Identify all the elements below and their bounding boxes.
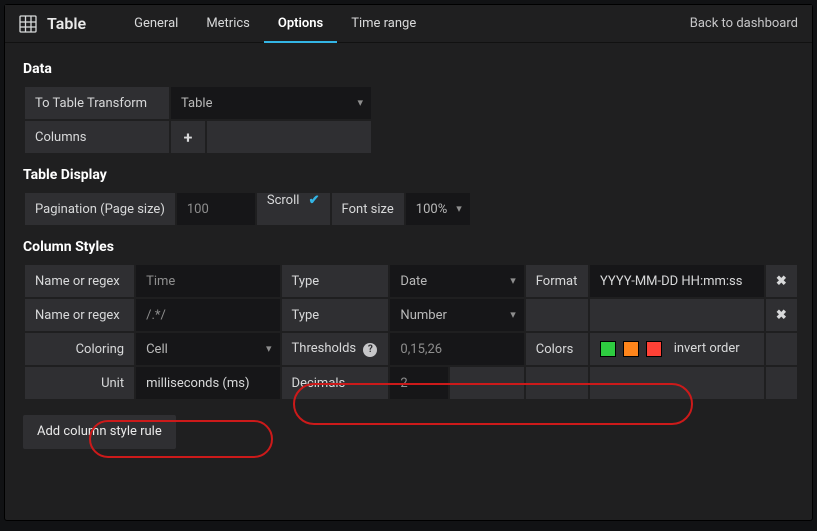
panel-type[interactable]: Table [19,14,86,33]
coloring-select[interactable]: Cell [136,333,279,365]
close-icon: ✖ [776,274,787,289]
plus-icon: + [184,128,193,147]
invert-order-link[interactable]: invert order [674,341,740,356]
close-icon: ✖ [776,308,787,323]
tab-general[interactable]: General [120,5,192,43]
type-select-1[interactable]: Number [390,299,523,331]
transform-select[interactable]: Table [171,87,371,119]
type-label-0: Type [282,265,389,297]
scroll-toggle[interactable]: Scroll ✔ [257,193,330,225]
decimals-input[interactable]: 2 [390,367,448,399]
blank-cell [766,367,797,399]
fontsize-select[interactable]: 100% [406,193,470,225]
color-swatch-2[interactable] [646,341,662,357]
type-select-0[interactable]: Date [390,265,523,297]
blank-cell [590,367,764,399]
format-input-0[interactable]: YYYY-MM-DD HH:mm:ss [590,265,764,297]
add-column-style-rule-button[interactable]: Add column style rule [23,415,176,449]
coloring-label: Coloring [25,333,134,365]
columns-label: Columns [25,121,169,153]
column-styles-table: Name or regex Time Type Date Format YYYY… [23,263,799,401]
colors-label: Colors [526,333,588,365]
help-icon[interactable]: ? [363,343,377,357]
blank-cell [526,367,588,399]
tab-time-range[interactable]: Time range [337,5,430,43]
pagination-label: Pagination (Page size) [25,193,175,225]
unit-label: Unit [25,367,134,399]
tab-metrics[interactable]: Metrics [192,5,264,43]
back-to-dashboard-link[interactable]: Back to dashboard [690,16,798,31]
blank-cell [766,333,797,365]
columns-empty-cell [207,121,371,153]
thresholds-input[interactable]: 0,15,26 [390,333,523,365]
check-icon: ✔ [309,193,320,208]
decimals-label: Decimals [282,367,389,399]
color-swatch-1[interactable] [623,341,639,357]
blank-cell [450,367,523,399]
transform-label: To Table Transform [25,87,169,119]
nameregex-input-0[interactable]: Time [136,265,279,297]
unit-input[interactable]: milliseconds (ms) [136,367,279,399]
blank-cell [590,299,764,331]
section-data-heading: Data [23,61,794,77]
blank-cell [526,299,588,331]
format-label-0: Format [526,265,588,297]
section-tabledisplay-heading: Table Display [23,167,794,183]
type-label-1: Type [282,299,389,331]
thresholds-label: Thresholds ? [282,333,389,365]
add-column-button[interactable]: + [171,121,205,153]
fontsize-label: Font size [332,193,404,225]
tab-options[interactable]: Options [264,5,337,43]
panel-title: Table [47,14,86,33]
nameregex-input-1[interactable]: /.*/ [136,299,279,331]
scroll-label: Scroll [267,193,300,208]
section-columnstyles-heading: Column Styles [23,239,794,255]
table-icon [19,15,37,33]
pagination-input[interactable]: 100 [177,193,255,225]
nameregex-label-0: Name or regex [25,265,134,297]
remove-rule-0[interactable]: ✖ [766,265,797,297]
remove-rule-1[interactable]: ✖ [766,299,797,331]
nameregex-label-1: Name or regex [25,299,134,331]
color-swatch-0[interactable] [600,341,616,357]
